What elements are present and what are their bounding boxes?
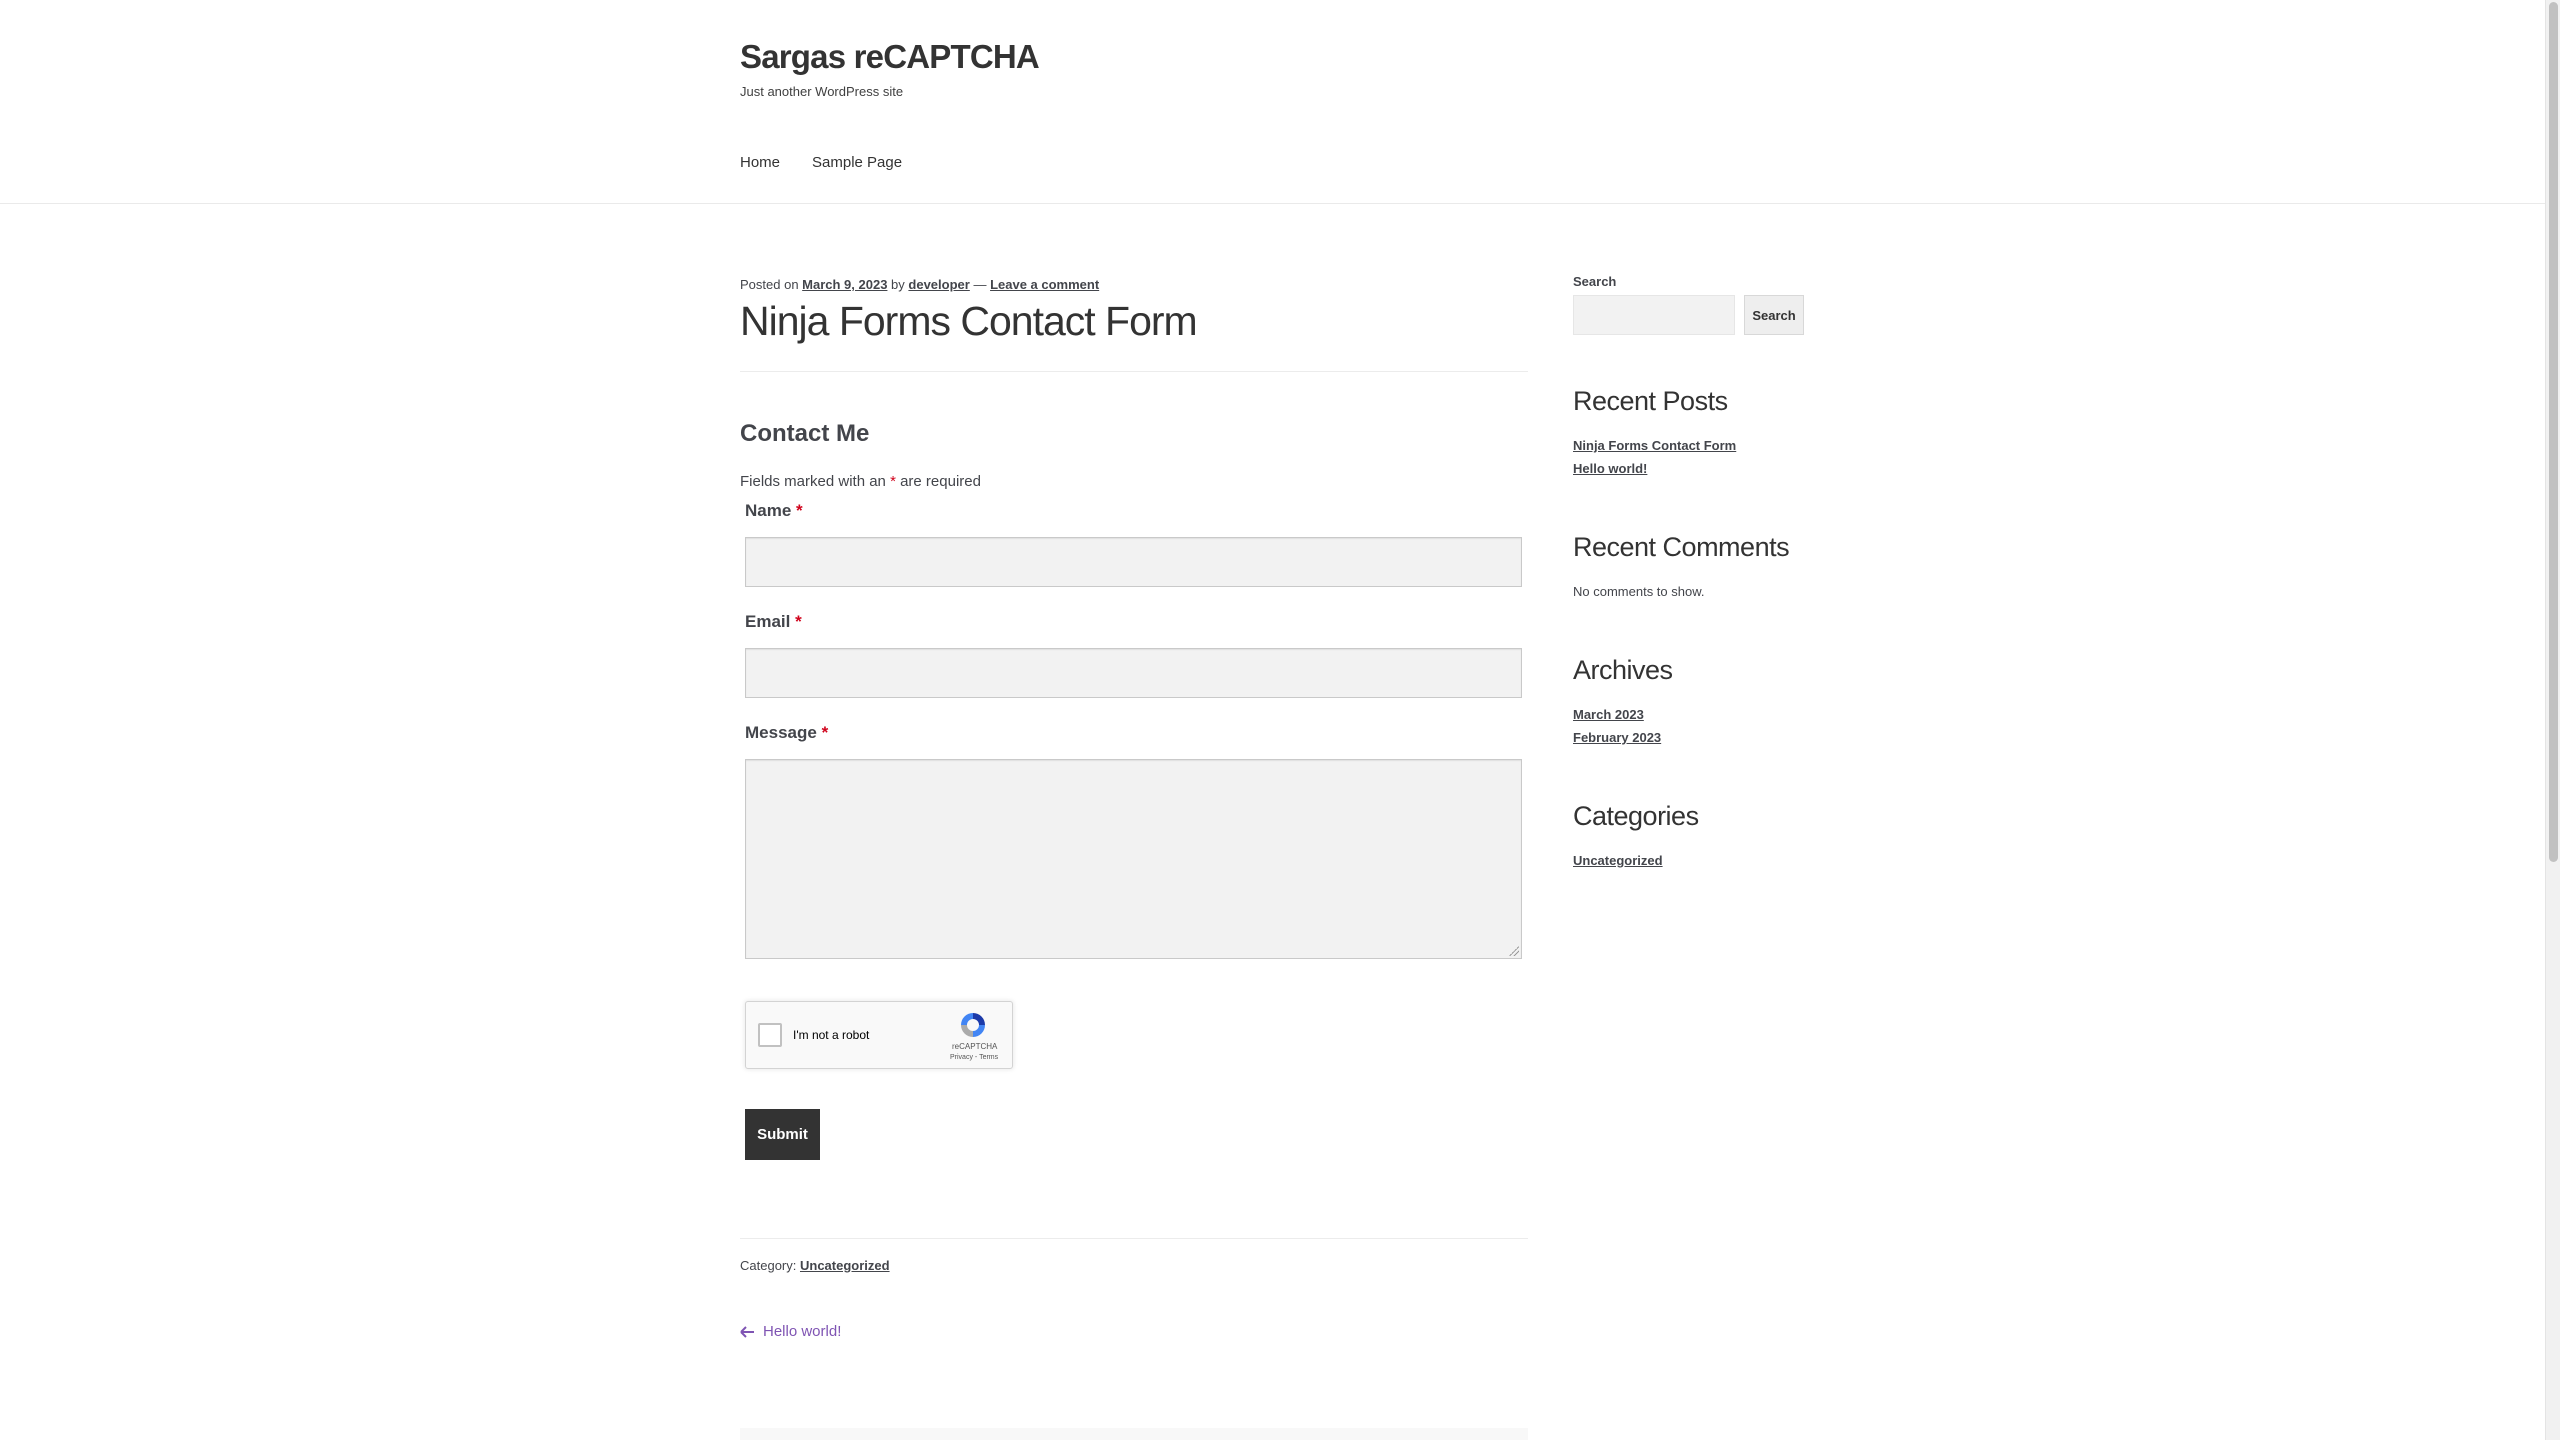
nav-item-sample-page[interactable]: Sample Page — [812, 154, 902, 171]
search-button[interactable]: Search — [1744, 295, 1804, 335]
form-title: Contact Me — [740, 420, 870, 447]
post-header-divider — [740, 371, 1528, 372]
post-title: Ninja Forms Contact Form — [740, 298, 1198, 344]
recaptcha-links: Privacy - Terms — [950, 1054, 998, 1061]
post-author-link[interactable]: developer — [908, 277, 969, 292]
nav-item-home[interactable]: Home — [740, 154, 780, 171]
archives-title: Archives — [1573, 655, 1673, 685]
required-note-text-end: are required — [895, 473, 981, 490]
site-title[interactable]: Sargas reCAPTCHA — [740, 38, 1040, 76]
category-link[interactable]: Uncategorized — [1573, 853, 1663, 868]
comments-area — [740, 1428, 1528, 1440]
post-meta-by: by — [887, 277, 909, 292]
post-meta-dash: — — [969, 277, 991, 292]
page-scrollbar[interactable] — [2545, 0, 2560, 1440]
post-category-link[interactable]: Uncategorized — [800, 1258, 890, 1273]
email-input[interactable] — [745, 648, 1522, 698]
site-tagline: Just another WordPress site — [740, 84, 904, 99]
post-category: Category: Uncategorized — [740, 1258, 890, 1273]
site-header: Sargas reCAPTCHA Just another WordPress … — [0, 0, 2545, 204]
post-date-link[interactable]: March 9, 2023 — [802, 277, 887, 292]
email-label-text: Email — [745, 612, 791, 631]
name-required-asterisk: * — [796, 501, 803, 520]
arrow-left-icon — [740, 1325, 754, 1338]
name-input[interactable] — [745, 537, 1522, 587]
recent-posts-title: Recent Posts — [1573, 386, 1728, 416]
categories-title: Categories — [1573, 801, 1699, 831]
recaptcha-brand: reCAPTCHA — [952, 1042, 998, 1051]
required-note-text: Fields marked with an — [740, 473, 891, 490]
message-required-asterisk: * — [821, 723, 829, 742]
archive-link[interactable]: February 2023 — [1573, 730, 1661, 745]
recent-post-link[interactable]: Hello world! — [1573, 461, 1647, 476]
post-category-prefix: Category: — [740, 1258, 800, 1273]
recaptcha-privacy-link[interactable]: Privacy — [950, 1054, 973, 1061]
recaptcha-checkbox[interactable] — [758, 1023, 782, 1047]
recaptcha-terms-link[interactable]: Terms — [979, 1054, 998, 1061]
message-textarea[interactable] — [745, 759, 1522, 959]
required-note: Fields marked with an * are required — [740, 473, 981, 490]
search-input[interactable] — [1573, 295, 1735, 335]
search-label: Search — [1573, 274, 1617, 289]
previous-post-link[interactable]: Hello world! — [740, 1323, 841, 1340]
post-footer-divider — [740, 1238, 1528, 1239]
email-required-asterisk: * — [795, 612, 802, 631]
recaptcha-label: I'm not a robot — [793, 1028, 870, 1042]
leave-comment-link[interactable]: Leave a comment — [990, 277, 1099, 292]
resize-handle-icon[interactable] — [1509, 946, 1519, 956]
submit-button[interactable]: Submit — [745, 1109, 820, 1160]
recaptcha-widget: I'm not a robot reCAPTCHA Privacy - Term… — [745, 1001, 1013, 1069]
name-label-text: Name — [745, 501, 792, 520]
recent-post-link[interactable]: Ninja Forms Contact Form — [1573, 438, 1736, 453]
previous-post-label: Hello world! — [763, 1323, 842, 1340]
post-meta: Posted on March 9, 2023 by developer — L… — [740, 277, 1099, 292]
post-meta-prefix: Posted on — [740, 277, 803, 292]
archive-link[interactable]: March 2023 — [1573, 707, 1644, 722]
scrollbar-thumb[interactable] — [2549, 2, 2558, 862]
recaptcha-logo-icon — [961, 1013, 985, 1037]
primary-nav: Home Sample Page — [740, 154, 902, 171]
no-comments-text: No comments to show. — [1573, 584, 1705, 599]
message-label-text: Message — [745, 723, 817, 742]
email-label: Email * — [745, 612, 802, 632]
message-label: Message * — [745, 723, 828, 743]
name-label: Name * — [745, 501, 803, 521]
recent-comments-title: Recent Comments — [1573, 532, 1790, 562]
